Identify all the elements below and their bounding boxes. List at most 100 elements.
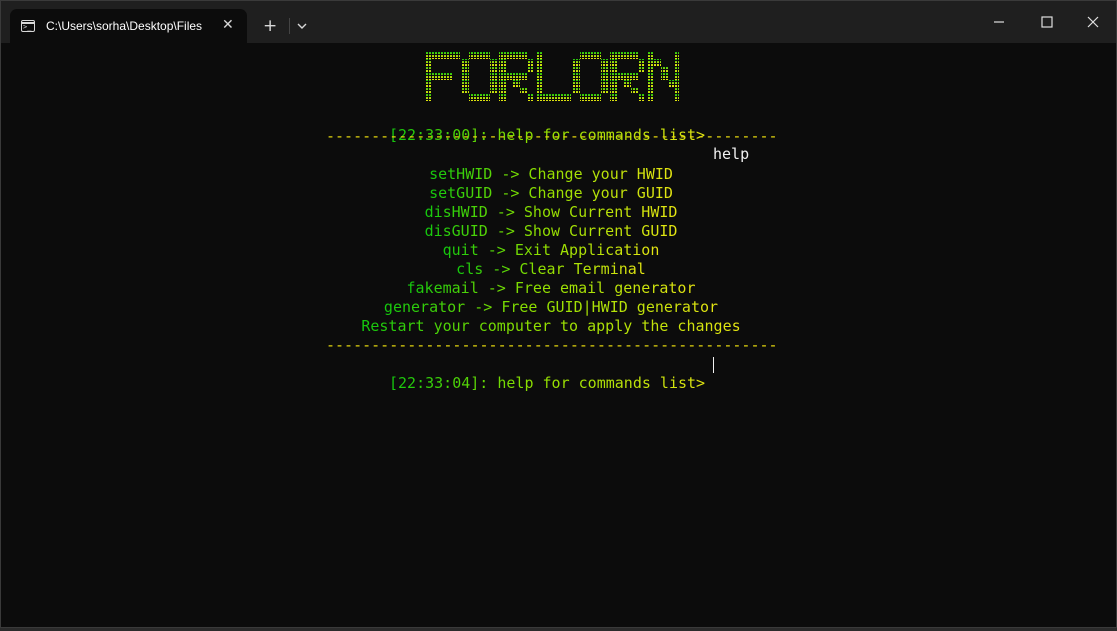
- logo-pixel: [536, 94, 543, 101]
- logo-pixel: [647, 73, 654, 80]
- logo-pixel: [543, 94, 550, 101]
- logo-pixel: [462, 80, 469, 87]
- logo-pixel: [617, 52, 624, 59]
- text-cursor: [713, 357, 714, 373]
- logo-pixel: [527, 66, 534, 73]
- logo-pixel: [573, 66, 580, 73]
- logo-pixel: [476, 94, 483, 101]
- logo-pixel: [469, 52, 476, 59]
- logo-pixel: [573, 80, 580, 87]
- logo-pixel: [601, 66, 608, 73]
- logo-pixel: [425, 66, 432, 73]
- logo-pixel: [675, 73, 679, 80]
- logo-pixel: [610, 59, 617, 66]
- logo-pixel: [425, 94, 432, 101]
- maximize-icon[interactable]: [1023, 1, 1069, 43]
- logo-pixel: [536, 87, 543, 94]
- logo-pixel: [490, 59, 497, 66]
- logo-pixel: [462, 59, 469, 66]
- logo-pixel: [610, 52, 617, 59]
- logo-pixel: [513, 73, 520, 80]
- logo-pixel: [439, 73, 446, 80]
- minimize-icon[interactable]: [976, 1, 1022, 43]
- logo-pixel: [513, 52, 520, 59]
- help-line: quit -> Exit Application: [442, 241, 660, 259]
- logo-pixel: [513, 80, 520, 87]
- prompt-line-2[interactable]: [22:33:04]: help for commands list>: [1, 355, 1116, 392]
- close-icon[interactable]: [1070, 1, 1116, 43]
- logo-pixel: [425, 80, 432, 87]
- logo-pixel: [573, 87, 580, 94]
- logo-pixel: [617, 73, 624, 80]
- help-line: setGUID -> Change your GUID: [429, 184, 673, 202]
- tab-close-icon[interactable]: ✕: [222, 17, 234, 33]
- logo-pixel: [661, 66, 668, 73]
- chevron-down-icon[interactable]: [295, 16, 309, 36]
- logo-pixel: [631, 52, 638, 59]
- logo-pixel: [506, 52, 513, 59]
- logo-pixel: [610, 94, 617, 101]
- logo-pixel: [520, 73, 527, 80]
- logo-pixel: [610, 73, 617, 80]
- logo-pixel: [527, 59, 534, 66]
- logo-pixel: [610, 87, 617, 94]
- logo-pixel: [490, 73, 497, 80]
- logo-pixel: [499, 80, 506, 87]
- logo-pixel: [527, 94, 534, 101]
- logo-pixel: [462, 87, 469, 94]
- logo-pixel: [638, 59, 645, 66]
- help-line: fakemail -> Free email generator: [406, 279, 696, 297]
- logo-pixel: [661, 73, 668, 80]
- logo-pixel: [446, 52, 453, 59]
- tab-title: C:\Users\sorha\Desktop\Files: [46, 19, 203, 33]
- logo-pixel: [490, 87, 497, 94]
- logo-pixel: [550, 94, 557, 101]
- tab-separator: [289, 18, 290, 34]
- logo-pixel: [453, 52, 460, 59]
- help-line: disHWID -> Show Current HWID: [424, 203, 678, 221]
- logo-pixel: [594, 94, 601, 101]
- logo-pixel: [675, 66, 679, 73]
- title-bar[interactable]: >_ C:\Users\sorha\Desktop\Files ✕ +: [1, 1, 1116, 43]
- logo-pixel: [520, 87, 527, 94]
- logo-pixel: [675, 87, 679, 94]
- logo-pixel: [499, 52, 506, 59]
- logo-pixel: [499, 59, 506, 66]
- logo-pixel: [490, 66, 497, 73]
- logo-pixel: [462, 66, 469, 73]
- logo-pixel: [601, 73, 608, 80]
- logo-pixel: [425, 52, 432, 59]
- logo-pixel: [476, 52, 483, 59]
- separator-top: ----------------------------------------…: [326, 127, 778, 145]
- logo-pixel: [631, 87, 638, 94]
- logo-pixel: [654, 59, 661, 66]
- logo-pixel: [425, 59, 432, 66]
- logo-pixel: [439, 52, 446, 59]
- logo-pixel: [425, 73, 432, 80]
- logo-pixel: [647, 87, 654, 94]
- logo-pixel: [624, 80, 631, 87]
- logo-pixel: [647, 52, 654, 59]
- logo-pixel: [675, 52, 679, 59]
- prompt-1-input: help: [713, 145, 750, 163]
- logo-pixel: [601, 80, 608, 87]
- logo-pixel: [675, 80, 679, 87]
- forlorn-ascii-logo: [425, 52, 679, 101]
- logo-pixel: [610, 80, 617, 87]
- logo-pixel: [638, 66, 645, 73]
- logo-pixel: [647, 59, 654, 66]
- terminal-tab[interactable]: >_ C:\Users\sorha\Desktop\Files ✕: [10, 9, 247, 43]
- logo-pixel: [587, 94, 594, 101]
- logo-pixel: [580, 52, 587, 59]
- logo-pixel: [675, 94, 679, 101]
- logo-pixel: [432, 52, 439, 59]
- logo-pixel: [624, 73, 631, 80]
- logo-pixel: [564, 94, 571, 101]
- logo-pixel: [536, 59, 543, 66]
- separator-bottom: ----------------------------------------…: [326, 336, 778, 354]
- logo-pixel: [446, 73, 453, 80]
- new-tab-button[interactable]: +: [263, 16, 277, 36]
- logo-pixel: [580, 94, 587, 101]
- logo-pixel: [675, 59, 679, 66]
- console-output[interactable]: [22:33:00]: help for commands list> help…: [1, 43, 1116, 627]
